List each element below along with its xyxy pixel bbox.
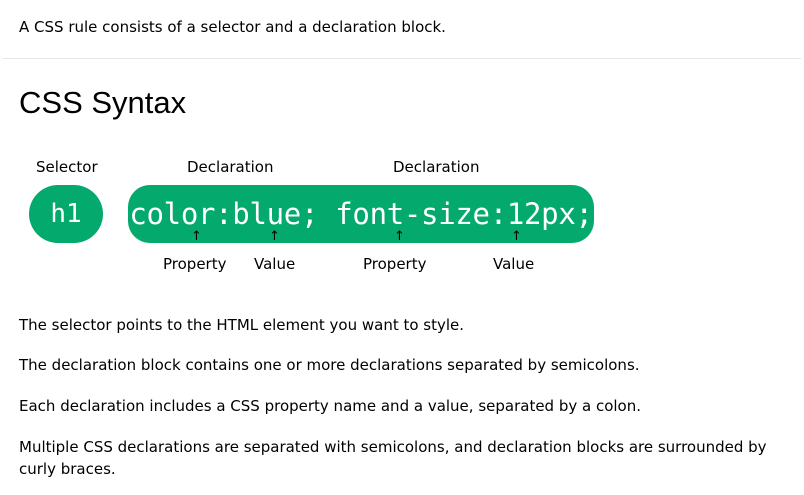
arrow-up-icon: ↑ — [394, 229, 405, 244]
property-label-1: Property — [163, 255, 227, 273]
paragraph-declaration-block: The declaration block contains one or mo… — [19, 356, 640, 374]
declaration-label-2: Declaration — [393, 158, 480, 176]
selector-pill: h1 — [29, 185, 103, 243]
declaration-label-1: Declaration — [187, 158, 274, 176]
arrow-up-icon: ↑ — [511, 229, 522, 244]
paragraph-declaration: Each declaration includes a CSS property… — [19, 397, 642, 415]
divider — [3, 58, 801, 59]
value-label-1: Value — [254, 255, 296, 273]
paragraph-semicolons: Multiple CSS declarations are separated … — [19, 438, 767, 478]
paragraph-selector: The selector points to the HTML element … — [19, 316, 465, 334]
selector-label: Selector — [36, 158, 98, 176]
property-label-2: Property — [363, 255, 427, 273]
value-label-2: Value — [493, 255, 535, 273]
arrow-up-icon: ↑ — [269, 229, 280, 244]
page-heading: CSS Syntax — [19, 85, 187, 120]
arrow-up-icon: ↑ — [191, 229, 202, 244]
intro-text: A CSS rule consists of a selector and a … — [19, 18, 446, 36]
